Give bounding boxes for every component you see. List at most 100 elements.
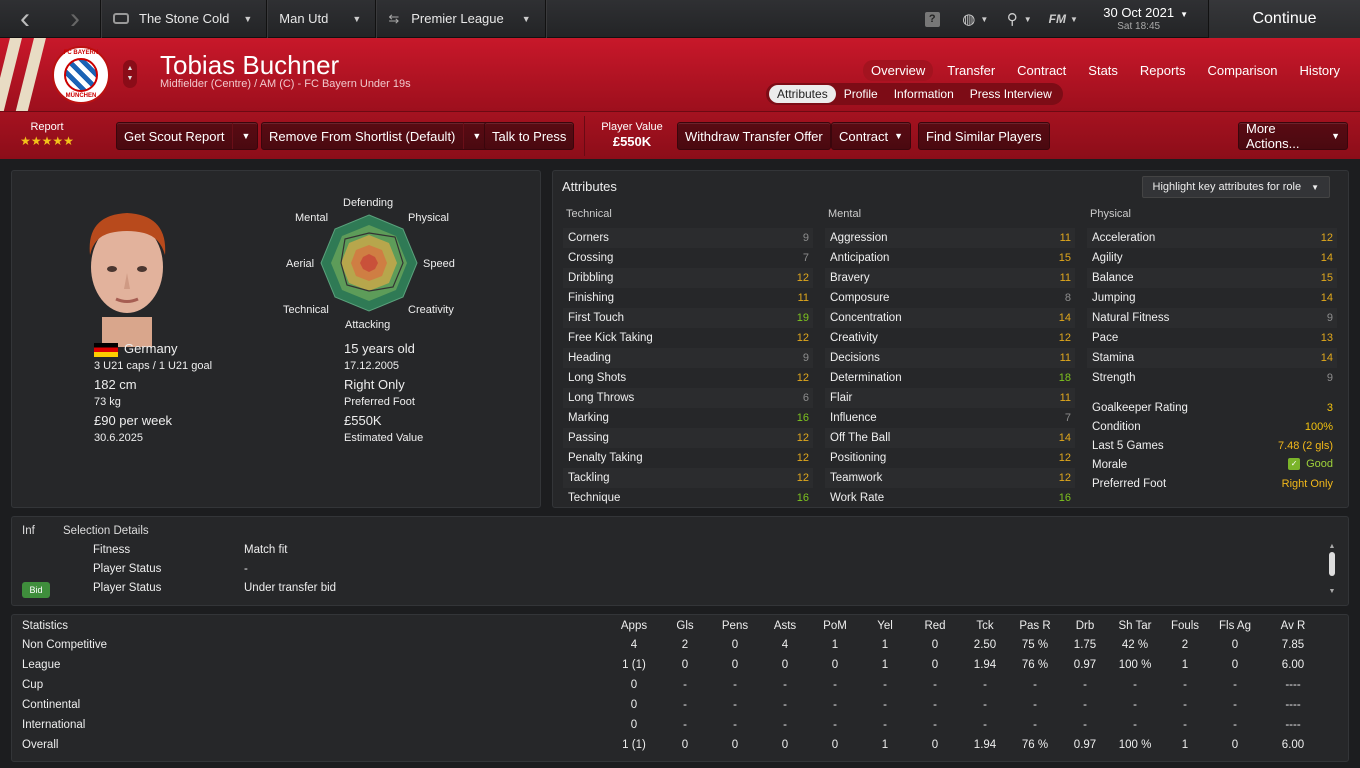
column-header[interactable]: Apps	[609, 620, 659, 632]
attribute-row[interactable]: Corners 9	[563, 228, 813, 248]
attribute-row[interactable]: Pace 13	[1087, 328, 1337, 348]
attribute-row[interactable]: Agility 14	[1087, 248, 1337, 268]
subtab-information[interactable]: Information	[886, 85, 962, 103]
chevron-down-icon[interactable]: ▼	[522, 14, 531, 24]
attribute-row[interactable]: Jumping 14	[1087, 288, 1337, 308]
manager-menu[interactable]: The Stone Cold ▼	[101, 0, 252, 38]
attribute-row[interactable]: First Touch 19	[563, 308, 813, 328]
statistics-row[interactable]: Cup 0- - - - - - - - - - - - ----	[12, 676, 1350, 696]
column-header[interactable]: Red	[910, 620, 960, 632]
attribute-row[interactable]: Decisions 11	[825, 348, 1075, 368]
help-button[interactable]: ?	[919, 0, 945, 38]
column-header[interactable]: Tck	[960, 620, 1010, 632]
subtab-attributes[interactable]: Attributes	[769, 85, 836, 103]
column-header[interactable]: PoM	[810, 620, 860, 632]
club-crest[interactable]: FC BAYERN MÜNCHEN	[52, 46, 110, 104]
attribute-row[interactable]: Crossing 7	[563, 248, 813, 268]
attribute-row[interactable]: Work Rate 16	[825, 488, 1075, 508]
column-header[interactable]: Pens	[710, 620, 760, 632]
back-button[interactable]: ‹	[0, 0, 50, 38]
attribute-row[interactable]: Technique 16	[563, 488, 813, 508]
attribute-row[interactable]: Finishing 11	[563, 288, 813, 308]
statistics-row[interactable]: League 1 (1) 0 0 0 0 1 0 1.94 76 % 0.97 100 % 1 0 6.00	[12, 656, 1350, 676]
statistics-row[interactable]: International 0- - - - - - - - - - - - ----	[12, 716, 1350, 736]
tab-contract[interactable]: Contract	[1009, 60, 1074, 81]
statistics-row[interactable]: Continental 0- - - - - - - - - - - - ----	[12, 696, 1350, 716]
scout-report-button[interactable]: Get Scout Report ▼	[116, 122, 259, 150]
arrow-down-icon[interactable]: ▼	[127, 74, 134, 84]
chevron-down-icon[interactable]: ▼	[463, 123, 481, 149]
attribute-row[interactable]: Off The Ball 14	[825, 428, 1075, 448]
club-menu[interactable]: Man Utd ▼	[267, 0, 361, 38]
attribute-row[interactable]: Influence 7	[825, 408, 1075, 428]
attribute-row[interactable]: Aggression 11	[825, 228, 1075, 248]
attribute-row[interactable]: Anticipation 15	[825, 248, 1075, 268]
attribute-row[interactable]: Marking 16	[563, 408, 813, 428]
attribute-row[interactable]: Free Kick Taking 12	[563, 328, 813, 348]
attribute-row[interactable]: Tackling 12	[563, 468, 813, 488]
column-header[interactable]: Sh Tar	[1110, 620, 1160, 632]
subtab-press-interview[interactable]: Press Interview	[962, 85, 1060, 103]
search-button[interactable]: ⚲ ▼	[997, 0, 1041, 38]
fm-menu-button[interactable]: FM ▼	[1041, 0, 1085, 38]
highlight-role-dropdown[interactable]: Highlight key attributes for role ▼	[1141, 176, 1330, 198]
attribute-row[interactable]: Long Throws 6	[563, 388, 813, 408]
attribute-row[interactable]: Composure 8	[825, 288, 1075, 308]
attribute-row[interactable]: Concentration 14	[825, 308, 1075, 328]
player-switcher[interactable]: ▲ ▼	[123, 60, 137, 88]
column-header[interactable]: Fouls	[1160, 620, 1210, 632]
column-header[interactable]: Av R	[1268, 620, 1318, 632]
find-similar-button[interactable]: Find Similar Players	[918, 122, 1050, 150]
statistics-row[interactable]: Non Competitive 4 2 0 4 1 1 0 2.50 75 % 1.75 42 % 2 0…	[12, 636, 1350, 656]
attribute-row[interactable]: Bravery 11	[825, 268, 1075, 288]
scroll-up-icon[interactable]: ▲	[1328, 543, 1336, 550]
attribute-row[interactable]: Strength 9	[1087, 368, 1337, 388]
tab-reports[interactable]: Reports	[1132, 60, 1194, 81]
column-header[interactable]: Yel	[860, 620, 910, 632]
subtab-profile[interactable]: Profile	[836, 85, 886, 103]
arrow-up-icon[interactable]: ▲	[127, 64, 134, 74]
column-header[interactable]: Gls	[660, 620, 710, 632]
attribute-row[interactable]: Teamwork 12	[825, 468, 1075, 488]
selection-title[interactable]: Selection Details	[63, 525, 149, 537]
attribute-row[interactable]: Determination 18	[825, 368, 1075, 388]
withdraw-offer-button[interactable]: Withdraw Transfer Offer	[677, 122, 831, 150]
remove-shortlist-button[interactable]: Remove From Shortlist (Default) ▼	[261, 122, 490, 150]
game-date[interactable]: 30 Oct 2021 ▼ Sat 18:45	[1085, 6, 1208, 32]
attribute-row[interactable]: Passing 12	[563, 428, 813, 448]
scroll-thumb[interactable]	[1329, 552, 1335, 576]
chevron-down-icon[interactable]: ▼	[352, 14, 361, 24]
attribute-row[interactable]: Dribbling 12	[563, 268, 813, 288]
attribute-row[interactable]: Penalty Taking 12	[563, 448, 813, 468]
contract-button[interactable]: Contract ▼	[831, 122, 912, 150]
attribute-row[interactable]: Balance 15	[1087, 268, 1337, 288]
attribute-row[interactable]: Stamina 14	[1087, 348, 1337, 368]
attribute-row[interactable]: Acceleration 12	[1087, 228, 1337, 248]
attribute-row[interactable]: Long Shots 12	[563, 368, 813, 388]
talk-to-press-button[interactable]: Talk to Press	[484, 122, 575, 150]
tab-transfer[interactable]: Transfer	[939, 60, 1003, 81]
attribute-row[interactable]: Creativity 12	[825, 328, 1075, 348]
competition-menu[interactable]: ⇆ Premier League ▼	[376, 0, 530, 38]
chevron-down-icon[interactable]: ▼	[232, 123, 250, 149]
player-position-club[interactable]: Midfielder (Centre) / AM (C) - FC Bayern…	[160, 78, 411, 90]
world-button[interactable]: ◍ ▼	[953, 0, 997, 38]
attribute-row[interactable]: Flair 11	[825, 388, 1075, 408]
continue-button[interactable]: Continue	[1208, 0, 1360, 38]
attribute-row[interactable]: Natural Fitness 9	[1087, 308, 1337, 328]
selection-scrollbar[interactable]: ▲ ▼	[1328, 543, 1336, 603]
scroll-down-icon[interactable]: ▼	[1328, 588, 1336, 595]
tab-stats[interactable]: Stats	[1080, 60, 1126, 81]
attribute-row[interactable]: Positioning 12	[825, 448, 1075, 468]
tab-history[interactable]: History	[1292, 60, 1348, 81]
forward-button[interactable]: ›	[50, 0, 100, 38]
report-rating[interactable]: Report ★★★★★	[14, 121, 80, 148]
chevron-down-icon[interactable]: ▼	[243, 14, 252, 24]
column-header[interactable]: Fls Ag	[1210, 620, 1260, 632]
nationality[interactable]: Germany	[94, 341, 177, 357]
attribute-row[interactable]: Heading 9	[563, 348, 813, 368]
attribute-radar-chart[interactable]	[319, 213, 419, 313]
column-header[interactable]: Asts	[760, 620, 810, 632]
statistics-row[interactable]: Overall 1 (1) 0 0 0 0 1 0 1.94 76 % 0.97 100 % 1 0 6.0…	[12, 736, 1350, 756]
column-header[interactable]: Drb	[1060, 620, 1110, 632]
